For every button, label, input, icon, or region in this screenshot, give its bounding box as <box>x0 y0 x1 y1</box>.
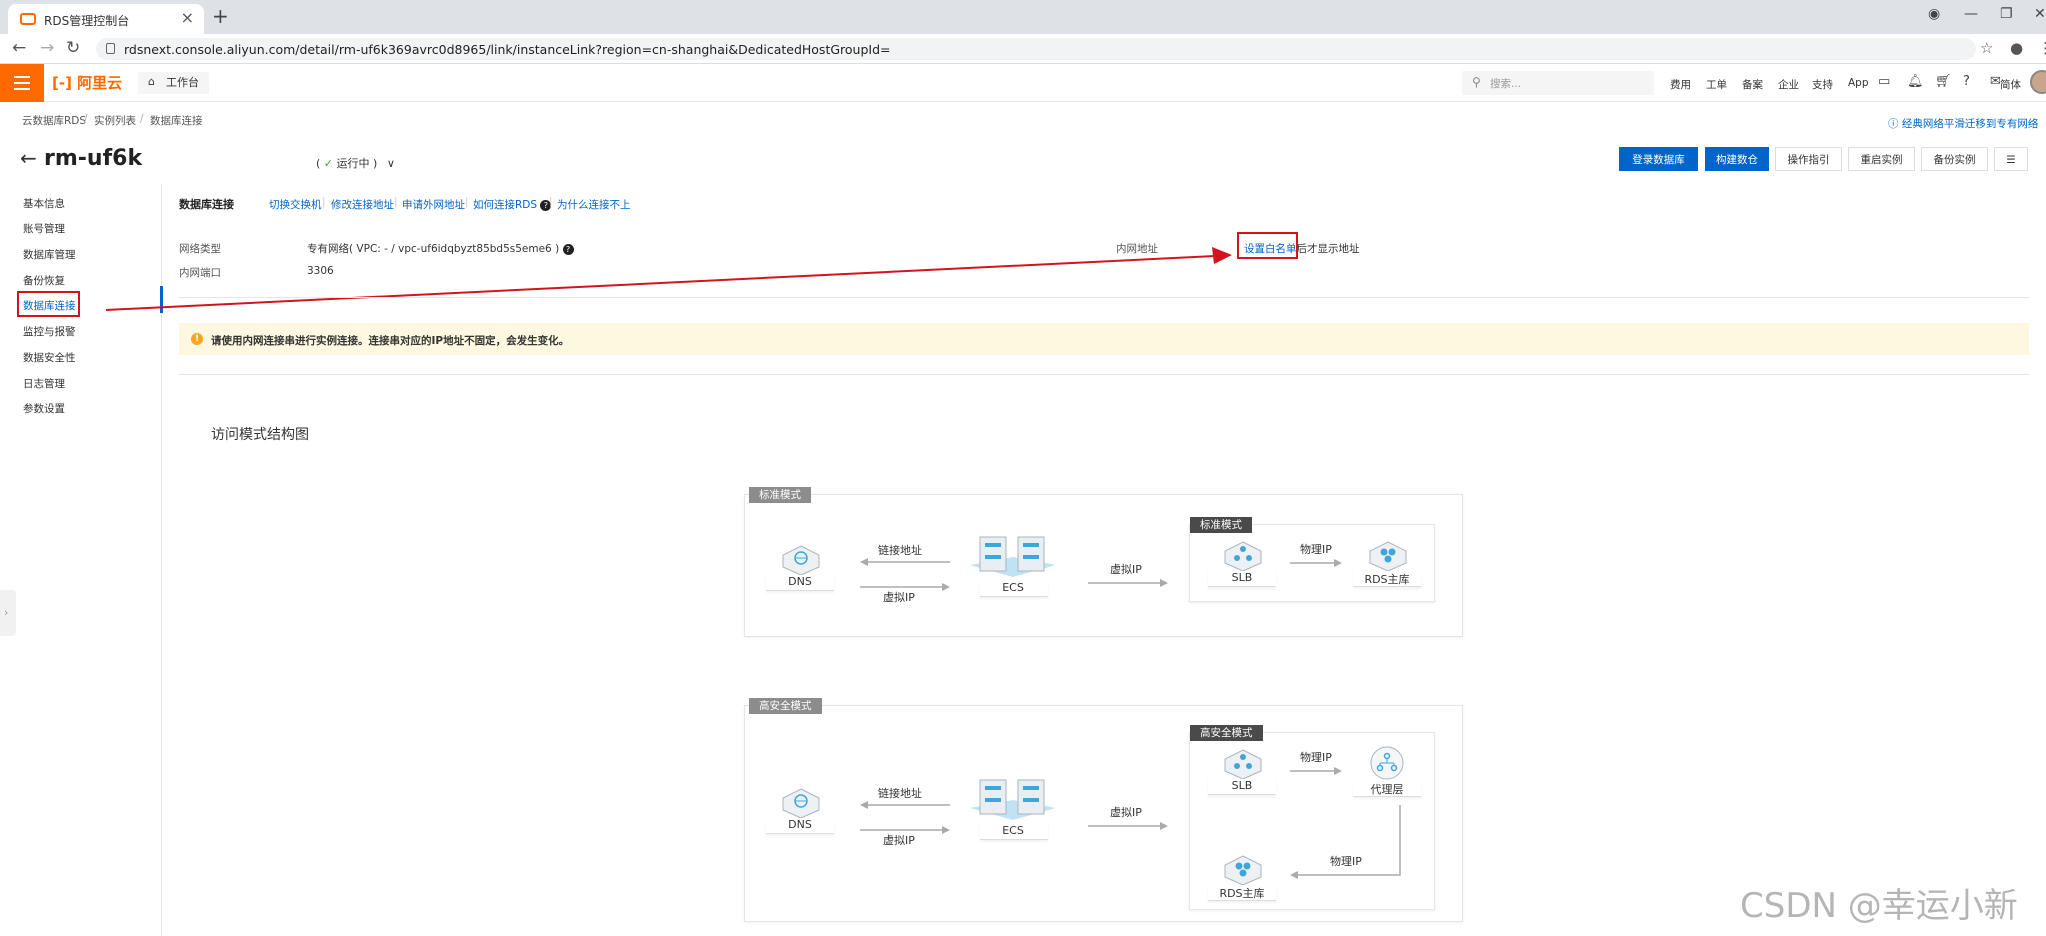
arrow-right-icon <box>1088 579 1168 587</box>
standard-mode-diagram: 标准模式 DNS 链接地址 虚拟IP ECS 虚拟IP 标准模式 SLB 物理I… <box>744 487 1463 637</box>
slb-icon <box>1224 541 1262 571</box>
high-security-mode-tag: 高安全模式 <box>749 698 822 714</box>
rds-master-label: RDS主库 <box>1219 887 1265 900</box>
slb-label: SLB <box>1231 571 1253 584</box>
ecs-node: ECS <box>968 778 1058 840</box>
standard-mode-inner-tag: 标准模式 <box>1190 517 1252 533</box>
arrow-right-icon <box>1290 767 1342 775</box>
standard-mode-tag: 标准模式 <box>749 487 811 503</box>
ecs-cluster-icon <box>970 536 1056 577</box>
slb-icon <box>1224 749 1262 779</box>
physical-ip-label: 物理IP <box>1300 751 1332 764</box>
dns-label: DNS <box>788 575 812 588</box>
slb-label: SLB <box>1231 779 1253 792</box>
proxy-icon <box>1370 746 1404 780</box>
physical-ip-label: 物理IP <box>1300 543 1332 556</box>
standard-mode-inner-panel: 标准模式 SLB 物理IP RDS主库 <box>1189 517 1435 602</box>
proxy-node: 代理层 <box>1349 745 1425 797</box>
virtual-ip-label: 虚拟IP <box>1110 806 1142 819</box>
arrow-left-icon <box>860 558 950 566</box>
proxy-to-rds-arrow-icon <box>1290 805 1401 879</box>
arrow-right-icon <box>1088 822 1168 830</box>
ecs-label: ECS <box>1002 824 1024 837</box>
dns-icon <box>782 788 820 818</box>
dns-label: DNS <box>788 818 812 831</box>
watermark: CSDN @幸运小新 <box>1740 886 2018 926</box>
notice-banner: ! 请使用内网连接串进行实例连接。连接串对应的IP地址不固定，会发生变化。 <box>179 323 2029 355</box>
rds-master-label: RDS主库 <box>1364 573 1410 586</box>
warning-icon: ! <box>191 333 203 345</box>
slb-node: SLB <box>1204 749 1280 795</box>
divider <box>179 374 2029 375</box>
physical-ip-label: 物理IP <box>1330 855 1362 868</box>
virtual-ip-label: 虚拟IP <box>1110 563 1142 576</box>
ecs-label: ECS <box>1002 581 1024 594</box>
virtual-ip-label: 虚拟IP <box>883 591 915 604</box>
ecs-node: ECS <box>968 535 1058 597</box>
divider <box>179 297 2029 298</box>
arrow-left-icon <box>860 801 950 809</box>
high-security-inner-panel: 高安全模式 SLB 物理IP 代理层 物理IP RDS主库 <box>1189 725 1435 910</box>
dns-node: DNS <box>762 545 838 591</box>
ecs-cluster-icon <box>970 779 1056 820</box>
link-address-label: 链接地址 <box>878 544 922 557</box>
rds-icon <box>1369 541 1407 571</box>
dns-icon <box>782 545 820 575</box>
access-mode-diagram-title: 访问模式结构图 <box>211 427 309 443</box>
rds-master-node: RDS主库 <box>1204 855 1280 901</box>
arrow-right-icon <box>1290 559 1342 567</box>
rds-icon <box>1224 855 1262 885</box>
high-security-mode-diagram: 高安全模式 DNS 链接地址 虚拟IP ECS 虚拟IP 高安全模式 SLB 物… <box>744 698 1463 922</box>
virtual-ip-label: 虚拟IP <box>883 834 915 847</box>
notice-text: 请使用内网连接串进行实例连接。连接串对应的IP地址不固定，会发生变化。 <box>211 335 570 347</box>
link-address-label: 链接地址 <box>878 787 922 800</box>
high-security-inner-tag: 高安全模式 <box>1190 725 1263 741</box>
slb-node: SLB <box>1204 541 1280 587</box>
rds-master-node: RDS主库 <box>1349 541 1425 587</box>
proxy-label: 代理层 <box>1370 783 1404 796</box>
dns-node: DNS <box>762 788 838 834</box>
